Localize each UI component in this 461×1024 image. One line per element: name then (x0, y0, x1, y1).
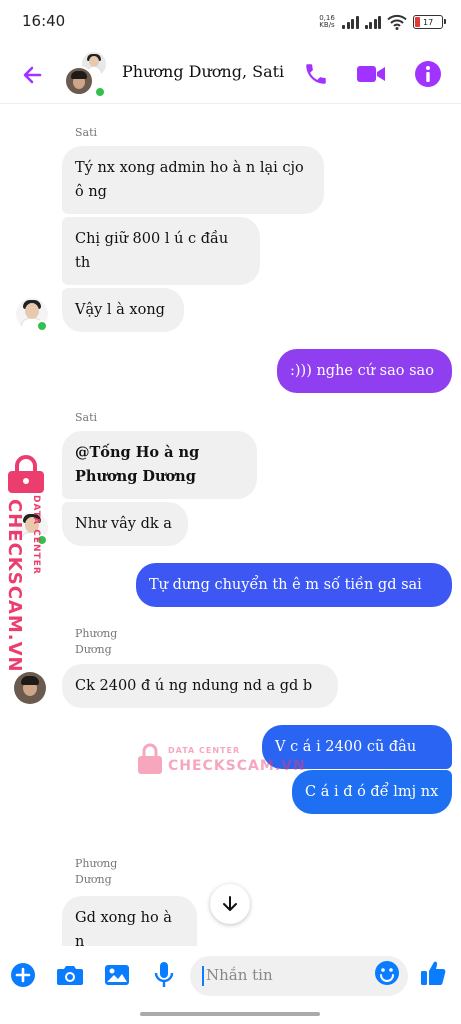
message-bubble[interactable]: Tý nx xong admin ho à n lại cjo ô ng (62, 146, 324, 214)
signal-icon-2 (364, 15, 381, 29)
checkscam-watermark-center: DATA CENTER CHECKSCAM.VN (136, 740, 305, 780)
camera-icon[interactable] (55, 960, 85, 990)
arrow-down-icon (223, 896, 237, 911)
watermark-brand: CHECKSCAM.VN (168, 758, 306, 774)
back-arrow-icon[interactable] (18, 60, 48, 90)
conversation-title[interactable]: Phương Dương, Sati (122, 62, 284, 81)
info-icon[interactable] (412, 58, 444, 90)
online-status-dot (36, 320, 48, 332)
sender-name: Phương Dương (75, 857, 118, 886)
message-bubble[interactable]: Tự dưng chuyển th ê m số tiền gd sai (136, 563, 452, 607)
status-bar: 16:40 0,16 KB/s 17 (0, 0, 461, 44)
status-time: 16:40 (22, 12, 66, 30)
watermark-sub: DATA CENTER (168, 746, 241, 755)
video-icon[interactable] (355, 58, 387, 90)
message-bubble[interactable]: :))) nghe cứ sao sao (277, 349, 452, 393)
message-bubble[interactable]: @Tống Ho à ng Phương Dương (62, 431, 257, 499)
text-caret (202, 966, 204, 986)
message-bubble[interactable]: Chị giữ 800 l ú c đầu th (62, 217, 260, 285)
message-input-placeholder: Nhắn tin (206, 966, 273, 984)
scroll-to-bottom-button[interactable] (210, 884, 250, 924)
signal-icon (342, 15, 359, 29)
sender-name: Phương Dương (75, 627, 118, 656)
message-bubble[interactable]: Như vây dk a (62, 502, 188, 546)
phone-icon[interactable] (300, 58, 332, 90)
lock-icon (138, 743, 162, 774)
message-bubble[interactable]: Vậy l à xong (62, 288, 184, 332)
microphone-icon[interactable] (149, 960, 179, 990)
emoji-icon[interactable] (374, 960, 400, 986)
message-bubble[interactable]: Gd xong ho à n (62, 896, 197, 950)
battery-icon: 17 (413, 15, 446, 29)
lock-icon (8, 455, 44, 493)
online-status-dot (94, 86, 106, 98)
watermark-brand: CHECKSCAM.VN (4, 499, 25, 673)
message-bubble[interactable]: C á i đ ó để lmj nx (292, 770, 452, 814)
chat-header: Phương Dương, Sati (0, 44, 461, 104)
message-composer: Nhắn tin (0, 946, 461, 1008)
wifi-icon (387, 14, 407, 30)
sender-name: Sati (75, 411, 98, 424)
plus-icon[interactable] (8, 960, 38, 990)
avatar (64, 66, 94, 96)
gallery-icon[interactable] (102, 960, 132, 990)
like-icon[interactable] (418, 958, 448, 988)
checkscam-watermark: CHECKSCAM.VN DATA CENTER (4, 455, 54, 673)
home-indicator[interactable] (140, 1012, 320, 1016)
message-bubble[interactable]: Ck 2400 đ ú ng ndung nd a gd b (62, 664, 338, 708)
group-avatar[interactable] (62, 52, 112, 102)
watermark-sub: DATA CENTER (31, 495, 41, 575)
avatar[interactable] (14, 672, 46, 704)
status-indicators: 0,16 KB/s 17 (318, 12, 446, 32)
sender-name: Sati (75, 126, 98, 139)
network-speed: 0,16 KB/s (319, 14, 335, 29)
